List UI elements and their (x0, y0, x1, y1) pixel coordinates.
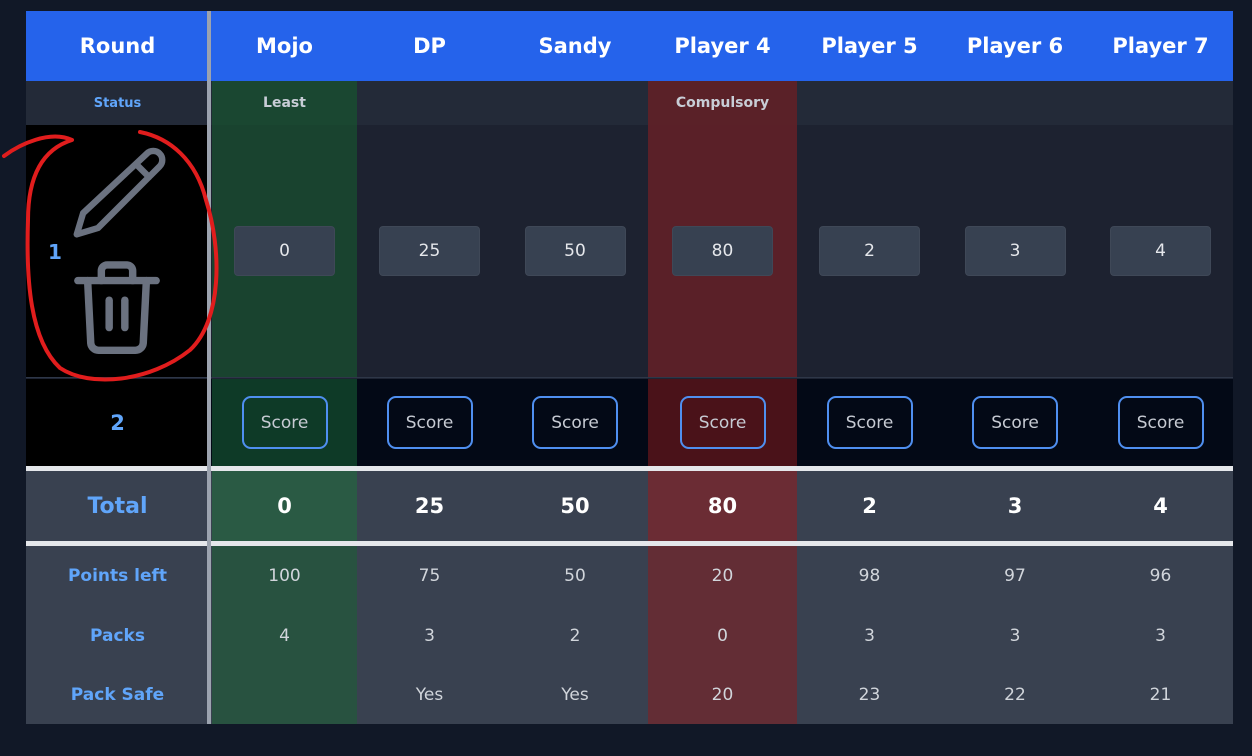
header-player-4: Player 4 (674, 34, 771, 58)
total-value: 25 (414, 494, 445, 518)
score-cell: 0 (212, 125, 357, 377)
points-left-value: 98 (858, 566, 881, 586)
score-cell: Score (797, 379, 942, 466)
score-cell: 3 (942, 125, 1088, 377)
score-button[interactable]: Score (972, 396, 1058, 449)
header-player-3: Sandy (538, 34, 612, 58)
status-cell (502, 81, 648, 125)
status-cell (357, 81, 502, 125)
header-player-5: Player 5 (821, 34, 918, 58)
total-value: 2 (862, 494, 877, 518)
status-cell (797, 81, 942, 125)
pack-safe-value: Yes (561, 685, 589, 705)
pack-safe-value: Yes (415, 685, 444, 705)
points-left-value: 75 (418, 566, 441, 586)
points-left-value: 100 (212, 546, 357, 606)
score-input[interactable]: 3 (964, 226, 1066, 276)
total-value: 4 (1153, 494, 1168, 518)
score-button[interactable]: Score (241, 396, 328, 449)
pencil-icon[interactable] (64, 143, 166, 245)
packs-value: 0 (648, 606, 797, 666)
score-cell: 80 (648, 125, 797, 377)
round-number: 1 (48, 240, 62, 264)
status-cell (942, 81, 1088, 125)
status-label: Status (93, 95, 142, 111)
header-round: Round (79, 34, 156, 58)
pack-safe-value: 23 (858, 685, 881, 705)
points-left-value: 97 (1004, 566, 1026, 586)
score-cell: Score (942, 379, 1088, 466)
score-cell: 50 (502, 125, 648, 377)
score-cell: Score (1088, 379, 1233, 466)
score-cell: Score (648, 379, 797, 466)
score-cell: Score (357, 379, 502, 466)
status-cell (1088, 81, 1233, 125)
score-button[interactable]: Score (679, 396, 766, 449)
header-player-2: DP (413, 34, 446, 58)
score-table: Round Mojo DP Sandy Player 4 Player 5 Pl… (26, 11, 1233, 724)
score-input[interactable]: 2 (819, 226, 920, 276)
round-number: 2 (26, 379, 209, 466)
packs-label: Packs (90, 626, 145, 646)
packs-value: 2 (569, 626, 581, 646)
score-button[interactable]: Score (1117, 396, 1204, 449)
pack-safe-value: 21 (1149, 685, 1172, 705)
packs-value: 3 (864, 626, 875, 646)
pack-safe-label: Pack Safe (70, 685, 165, 705)
status-least-badge: Least (212, 81, 357, 125)
status-compulsory-badge: Compulsory (648, 81, 797, 125)
packs-value: 3 (424, 626, 435, 646)
score-cell: 25 (357, 125, 502, 377)
round-1-cell: 1 (26, 125, 209, 377)
packs-value: 3 (1009, 626, 1021, 646)
score-cell: Score (212, 379, 357, 466)
header-player-6: Player 6 (966, 34, 1064, 58)
header-player-1: Mojo (256, 34, 313, 58)
score-cell: 4 (1088, 125, 1233, 377)
points-left-value: 50 (564, 566, 586, 586)
total-label: Total (87, 493, 148, 519)
packs-value: 3 (1155, 626, 1166, 646)
total-value: 80 (648, 471, 797, 541)
points-left-value: 20 (648, 546, 797, 606)
score-button[interactable]: Score (386, 396, 473, 449)
total-value: 3 (1007, 494, 1023, 518)
score-input[interactable]: 80 (672, 226, 773, 276)
score-input[interactable]: 50 (524, 226, 626, 276)
pack-safe-value: 20 (648, 666, 797, 724)
pack-safe-value (212, 666, 357, 724)
score-button[interactable]: Score (826, 396, 913, 449)
total-value: 0 (212, 471, 357, 541)
score-cell: 2 (797, 125, 942, 377)
total-value: 50 (560, 494, 590, 518)
packs-value: 4 (212, 606, 357, 666)
pack-safe-value: 22 (1004, 685, 1026, 705)
points-left-value: 96 (1149, 566, 1172, 586)
score-input[interactable]: 0 (234, 226, 335, 276)
column-divider (207, 11, 211, 724)
score-button[interactable]: Score (532, 396, 618, 449)
trash-icon[interactable] (70, 257, 164, 359)
score-input[interactable]: 4 (1110, 226, 1211, 276)
header-player-7: Player 7 (1112, 34, 1209, 58)
score-cell: Score (502, 379, 648, 466)
score-input[interactable]: 25 (379, 226, 480, 276)
points-left-label: Points left (67, 566, 168, 586)
